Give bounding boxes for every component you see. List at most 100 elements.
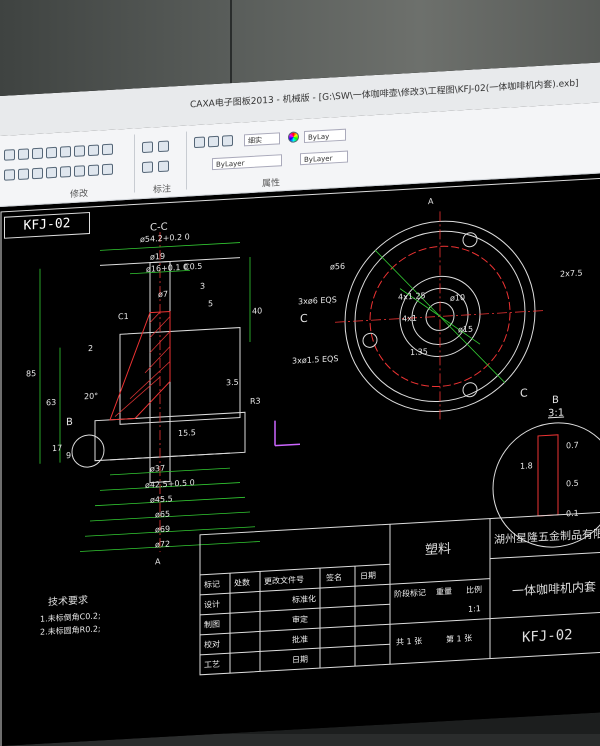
drawing-canvas[interactable]: KFJ-02 C-C A A C C B B 3:1 ø54.2+0.2 0 ø… — [0, 176, 600, 746]
top-view-dims — [374, 249, 506, 384]
layer-combo[interactable]: ByLay — [304, 128, 346, 144]
tb-sheet-no: 第 1 张 — [446, 633, 473, 645]
dimension-icon[interactable] — [142, 141, 153, 154]
break-icon[interactable] — [60, 166, 71, 178]
monitor-screen: CAXA电子图板2013 - 机械版 - [G:\SW\一体咖啡壶\修改3\工程… — [0, 61, 600, 746]
ucs-icon — [274, 420, 300, 447]
lightbulb-icon[interactable] — [194, 136, 205, 149]
dim-label: 2x7.5 — [560, 268, 583, 279]
tb-stage-label: 阶段标记 — [394, 588, 426, 599]
dim-label: 0.5 — [566, 478, 579, 489]
tb-row-label: 设计 — [204, 599, 220, 610]
dim-label: ø72 — [155, 539, 171, 550]
detail-view-label: B — [552, 394, 559, 407]
tb-std-cell: 批准 — [292, 634, 308, 645]
dim-label: 4x1 — [402, 313, 417, 324]
tb-header-cell: 签名 — [326, 572, 342, 583]
scale-icon[interactable] — [88, 144, 99, 157]
dim-label: 40 — [252, 306, 263, 316]
dim-label: ø7 — [158, 289, 168, 300]
view-marker-a-top: A — [428, 196, 434, 207]
pencil-icon[interactable] — [32, 147, 43, 160]
window-title: CAXA电子图板2013 - 机械版 - [G:\SW\一体咖啡壶\修改3\工程… — [190, 78, 579, 111]
tb-header-cell: 日期 — [360, 570, 376, 581]
section-label: C-C — [150, 221, 168, 234]
view-marker-a-bottom: A — [155, 557, 161, 567]
dim-label: C0.5 — [184, 261, 203, 272]
copy-icon[interactable] — [46, 146, 57, 159]
dim-label: 85 — [26, 368, 37, 379]
tb-row-label: 校对 — [204, 639, 220, 650]
tb-sheets-total: 共 1 张 — [396, 636, 423, 647]
tb-scale-value: 1:1 — [468, 604, 481, 614]
dim-label: 5 — [208, 299, 214, 309]
dim-label: 3 — [200, 281, 206, 291]
text-icon[interactable] — [158, 140, 169, 153]
dim-label: ø10 — [450, 292, 466, 303]
dim-label: ø19 — [150, 251, 166, 262]
view-marker-c-right: C — [520, 386, 528, 400]
mirror-icon[interactable] — [74, 145, 85, 157]
dim-label: ø15 — [458, 324, 474, 335]
dim-label: C1 — [118, 311, 129, 322]
dim-label: 1.35 — [410, 347, 428, 358]
tb-std-cell: 审定 — [292, 614, 308, 625]
dim-label: ø37 — [150, 463, 166, 474]
dim-label: 63 — [46, 397, 57, 408]
dim-label: 3.5 — [226, 377, 239, 388]
dim-label: ø45.5 — [150, 494, 173, 505]
fillet-icon[interactable] — [32, 167, 43, 180]
hatch-combo[interactable]: 细实 — [244, 132, 280, 147]
dim-label: 2 — [88, 343, 94, 354]
dim-label: R3 — [250, 396, 261, 407]
tb-std-cell: 日期 — [292, 654, 308, 665]
stretch-icon[interactable] — [102, 163, 113, 176]
color-wheel-icon[interactable] — [288, 131, 299, 143]
tb-scale-label: 比例 — [466, 585, 482, 595]
tb-material: 塑料 — [425, 541, 452, 559]
dim-label: ø65 — [155, 509, 171, 520]
tb-drawing-no: KFJ-02 — [522, 626, 573, 646]
detail-view-scale: 3:1 — [548, 407, 565, 420]
tb-weight-label: 重量 — [436, 586, 452, 597]
section-hatch-lines — [114, 311, 171, 417]
tb-row-label: 制图 — [204, 619, 220, 630]
offset-icon[interactable] — [74, 165, 85, 177]
tb-std-cell: 标准化 — [292, 594, 316, 605]
dim-label: 9 — [66, 451, 72, 461]
tb-row-label: 工艺 — [204, 659, 220, 670]
tolerance-icon[interactable] — [142, 161, 153, 174]
lock-icon[interactable] — [222, 134, 233, 147]
dim-label: ø56 — [330, 261, 346, 272]
notes-title: 技术要求 — [48, 595, 88, 609]
ribbon-separator — [134, 134, 135, 193]
tb-header-cell: 处数 — [234, 578, 250, 588]
lineweight-combo[interactable]: ByLayer — [300, 150, 348, 166]
tb-header-cell: 标记 — [204, 579, 220, 590]
roughness-icon[interactable] — [158, 160, 169, 173]
array-icon[interactable] — [102, 143, 113, 156]
dim-label: 0.7 — [566, 440, 579, 451]
dim-label: 0.1 — [566, 508, 579, 519]
section-hatch — [109, 310, 171, 421]
move-icon[interactable] — [18, 148, 29, 160]
ribbon-separator — [186, 131, 187, 190]
linetype-combo[interactable]: ByLayer — [212, 154, 282, 171]
ribbon-group-modify: 修改 — [70, 189, 89, 201]
explode-icon[interactable] — [88, 164, 99, 177]
dim-label: 4x1.25 — [398, 291, 426, 302]
dim-label: 17 — [52, 443, 63, 454]
chamfer-icon[interactable] — [46, 166, 57, 179]
dim-label: 1.8 — [520, 461, 533, 471]
detail-view-profile — [537, 434, 559, 517]
ribbon-group-properties: 属性 — [262, 178, 281, 190]
rotate-icon[interactable] — [60, 146, 71, 158]
detail-label-b: B — [66, 416, 73, 429]
delete-icon[interactable] — [4, 149, 15, 161]
trim-icon[interactable] — [4, 169, 15, 181]
detail-circle-b — [71, 434, 105, 468]
dim-label: 20° — [84, 391, 99, 402]
sun-icon[interactable] — [208, 135, 219, 148]
view-marker-c-left: C — [300, 311, 308, 326]
extend-icon[interactable] — [18, 168, 29, 180]
